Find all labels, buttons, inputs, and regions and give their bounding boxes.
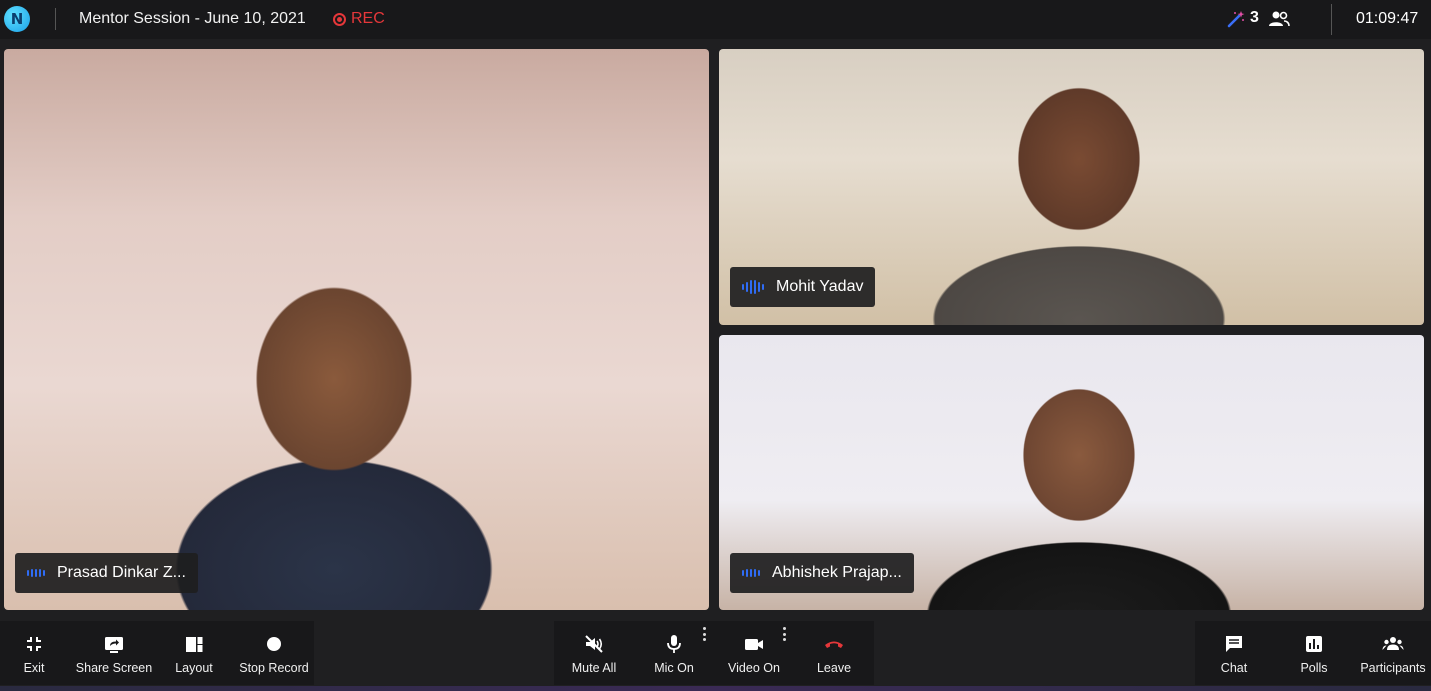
participant-name: Abhishek Prajap... [772,564,902,581]
layout-icon [186,637,203,652]
chat-button[interactable]: Chat [1204,621,1264,685]
record-dot-icon [267,637,281,651]
participants-icon [1382,637,1404,650]
record-icon [333,12,346,26]
participants-icon[interactable] [1268,10,1290,28]
audio-level-icon [742,566,760,580]
rec-label: REC [351,10,385,27]
share-screen-icon [105,637,123,653]
participant-name-tag: Prasad Dinkar Z... [15,553,198,593]
divider [1331,4,1332,35]
video-tile-mohit[interactable]: Mohit Yadav [719,49,1424,325]
mic-icon [667,635,681,653]
video-options-icon[interactable] [782,627,786,641]
bottom-toolbar: Exit Share Screen Layout Stop Record Mut… [0,621,1431,691]
participant-name: Mohit Yadav [776,278,864,295]
session-title: Mentor Session - June 10, 2021 [79,10,306,27]
mic-button[interactable]: Mic On [644,621,704,685]
participant-name: Prasad Dinkar Z... [57,564,186,581]
participant-name-tag: Mohit Yadav [730,267,876,307]
mic-options-icon[interactable] [702,627,706,641]
mute-all-button[interactable]: Mute All [562,621,626,685]
participant-count: 3 [1250,9,1259,26]
divider [55,8,56,30]
chat-icon [1226,636,1242,652]
share-screen-button[interactable]: Share Screen [74,621,154,685]
polls-button[interactable]: Polls [1284,621,1344,685]
exit-fullscreen-icon [27,637,41,651]
video-tile-abhishek[interactable]: Abhishek Prajap... [719,335,1424,610]
window-bottom-edge [0,686,1431,691]
mute-all-icon [585,635,603,653]
app-logo: N [4,6,30,32]
stop-record-button[interactable]: Stop Record [234,621,314,685]
magic-wand-icon[interactable] [1226,9,1246,29]
session-timer: 01:09:47 [1356,10,1419,27]
audio-level-icon [742,280,764,294]
video-button[interactable]: Video On [722,621,786,685]
participants-button[interactable]: Participants [1355,621,1431,685]
exit-button[interactable]: Exit [4,621,64,685]
audio-level-icon [27,566,45,580]
leave-phone-icon [825,641,843,648]
recording-indicator: REC [333,10,385,28]
leave-button[interactable]: Leave [804,621,864,685]
top-bar: N Mentor Session - June 10, 2021 REC 3 0… [0,0,1431,39]
polls-icon [1306,636,1322,652]
video-tile-prasad[interactable]: Prasad Dinkar Z... [4,49,709,610]
layout-button[interactable]: Layout [164,621,224,685]
video-camera-icon [745,639,763,650]
participant-name-tag: Abhishek Prajap... [730,553,914,593]
